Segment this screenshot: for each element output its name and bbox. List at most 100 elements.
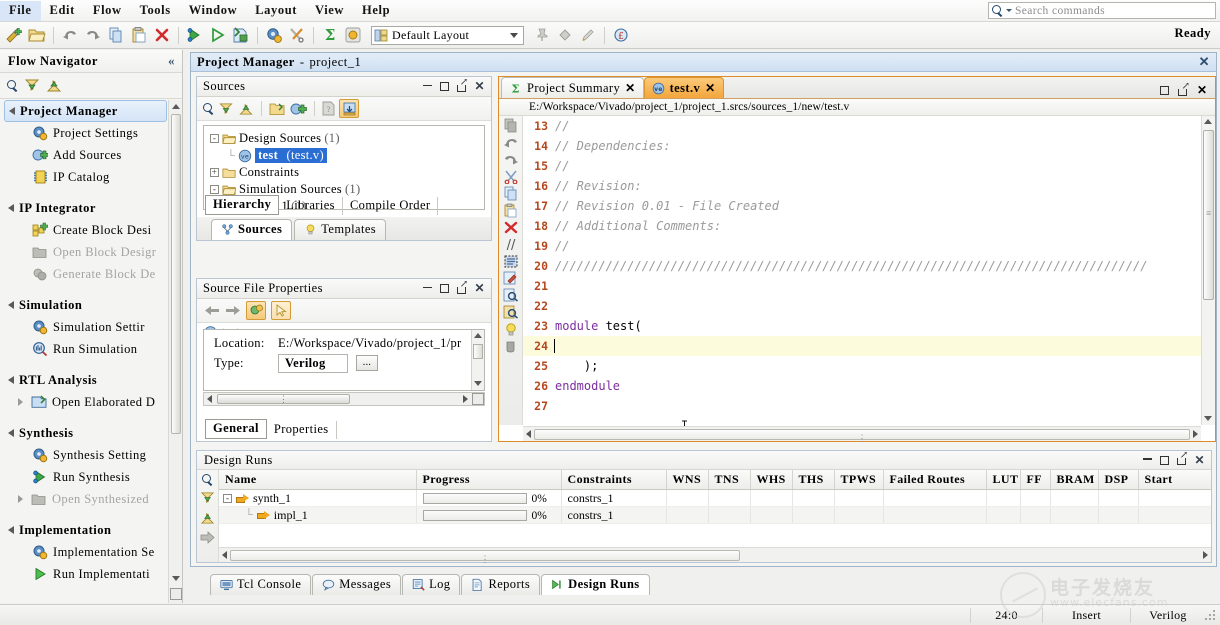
float-icon[interactable]: [457, 284, 467, 294]
scroll-up-icon[interactable]: [172, 104, 180, 109]
float-icon[interactable]: [1178, 86, 1188, 96]
resize-grip[interactable]: [1205, 610, 1217, 622]
expand-all-icon[interactable]: [238, 102, 254, 116]
tree-expander-icon[interactable]: -: [223, 494, 232, 503]
close-icon[interactable]: ✕: [475, 281, 485, 296]
copy2-icon[interactable]: [503, 186, 519, 201]
column-header-tns[interactable]: TNS: [708, 470, 750, 490]
code-line[interactable]: 18 // Additional Comments:: [523, 216, 1201, 236]
tools-icon[interactable]: [286, 24, 308, 46]
flow-group-implementation[interactable]: Implementation: [0, 519, 176, 541]
scroll-right-icon[interactable]: [1203, 551, 1208, 559]
run-arrow-icon[interactable]: [200, 531, 215, 544]
menu-layout[interactable]: Layout: [246, 1, 306, 21]
code-line[interactable]: 27: [523, 396, 1201, 416]
minimize-icon[interactable]: [423, 85, 432, 87]
scroll-right-icon[interactable]: [463, 395, 468, 403]
scrollbar-thumb[interactable]: ⋮: [534, 429, 1190, 440]
expander-triangle-icon[interactable]: [8, 526, 14, 534]
options-icon[interactable]: [342, 24, 364, 46]
flow-group-ip-integrator[interactable]: IP Integrator: [0, 197, 176, 219]
delete-red-x-icon[interactable]: [503, 220, 519, 235]
expander-triangle-icon[interactable]: [9, 107, 15, 115]
column-header-progress[interactable]: Progress: [416, 470, 561, 490]
select-pointer-icon[interactable]: [271, 301, 291, 320]
flow-group-rtl-analysis[interactable]: RTL Analysis: [0, 369, 176, 391]
report-icon[interactable]: ?: [322, 101, 335, 116]
bottom-tab-log[interactable]: Log: [402, 574, 460, 595]
maximize-icon[interactable]: [440, 82, 449, 91]
menu-file[interactable]: File: [0, 1, 41, 21]
code-line[interactable]: 16 // Revision:: [523, 176, 1201, 196]
add-sources-icon[interactable]: [290, 102, 307, 116]
table-row[interactable]: └ impl_1 0%constrs_1: [219, 507, 1211, 524]
maximize-icon[interactable]: [1160, 456, 1169, 465]
design-runs-hscrollbar[interactable]: ⋮: [219, 547, 1211, 562]
forward-arrow-icon[interactable]: [225, 304, 241, 317]
flow-navigator-scrollbar[interactable]: [168, 100, 182, 603]
back-arrow-icon[interactable]: [204, 304, 220, 317]
flow-group-project-manager[interactable]: Project Manager: [4, 100, 167, 122]
scroll-up-icon[interactable]: [1204, 119, 1212, 124]
maximize-icon[interactable]: [1160, 86, 1169, 95]
flow-item-create-block-desi[interactable]: Create Block Desi: [0, 219, 176, 241]
generate-bitstream-icon[interactable]: [230, 24, 252, 46]
flow-item-add-sources[interactable]: Add Sources: [0, 144, 176, 166]
scrollbar-thumb[interactable]: [171, 114, 181, 434]
property-value-type[interactable]: Verilog: [278, 354, 348, 373]
expand-arrow-icon[interactable]: [18, 495, 23, 503]
menu-flow[interactable]: Flow: [84, 1, 131, 21]
flow-item-run-synthesis[interactable]: Run Synthesis: [0, 466, 176, 488]
menu-view[interactable]: View: [306, 1, 353, 21]
scrollbar-thumb[interactable]: ≡: [1203, 130, 1214, 300]
language-icon[interactable]: £: [610, 24, 632, 46]
flow-item-project-settings[interactable]: Project Settings: [0, 122, 176, 144]
sources-view-tab-compile-order[interactable]: Compile Order: [343, 197, 439, 215]
float-icon[interactable]: [1177, 455, 1187, 465]
highlight-icon[interactable]: [577, 24, 599, 46]
flow-group-synthesis[interactable]: Synthesis: [0, 422, 176, 444]
find-icon[interactable]: [503, 288, 519, 303]
editor-tab-test-v[interactable]: ve test.v ✕: [644, 77, 724, 98]
close-icon[interactable]: ✕: [475, 79, 485, 94]
properties-hscrollbar[interactable]: ⋮: [203, 392, 485, 406]
open-project-icon[interactable]: [26, 24, 48, 46]
flow-item-run-implementati[interactable]: Run Implementati: [0, 563, 176, 585]
scroll-down-icon[interactable]: [1204, 416, 1212, 421]
find-replace-icon[interactable]: [503, 305, 519, 320]
new-project-icon[interactable]: [3, 24, 25, 46]
close-icon[interactable]: ✕: [1195, 453, 1205, 468]
close-tab-icon[interactable]: ✕: [625, 81, 635, 96]
scroll-left-icon[interactable]: [526, 430, 531, 438]
flow-item-run-simulation[interactable]: Run Simulation: [0, 338, 176, 360]
collapse-all-icon[interactable]: [218, 102, 234, 116]
search-icon[interactable]: [203, 103, 214, 114]
settings-icon[interactable]: [263, 24, 285, 46]
code-line[interactable]: 14 // Dependencies:: [523, 136, 1201, 156]
column-header-ff[interactable]: FF: [1020, 470, 1050, 490]
collapse-panel-icon[interactable]: «: [168, 53, 175, 69]
copy-icon[interactable]: [105, 24, 127, 46]
code-line[interactable]: 22: [523, 296, 1201, 316]
flow-item-generate-block-de[interactable]: Generate Block De: [0, 263, 176, 285]
pin-icon[interactable]: [531, 24, 553, 46]
undo-icon[interactable]: [59, 24, 81, 46]
menu-edit[interactable]: Edit: [41, 1, 84, 21]
column-header-ths[interactable]: THS: [792, 470, 834, 490]
tree-expander-icon[interactable]: -: [210, 134, 219, 143]
flow-item-open-elaborated-d[interactable]: Open Elaborated D: [0, 391, 176, 413]
float-icon[interactable]: [457, 82, 467, 92]
tree-node-selected[interactable]: test (test.v): [255, 148, 327, 163]
redo-icon[interactable]: [82, 24, 104, 46]
minimize-icon[interactable]: [423, 287, 432, 289]
code-line[interactable]: 17 // Revision 0.01 - File Created: [523, 196, 1201, 216]
code-line[interactable]: 23 module test(: [523, 316, 1201, 336]
edit-icon[interactable]: [503, 271, 519, 286]
column-header-whs[interactable]: WHS: [750, 470, 792, 490]
properties-icon[interactable]: [246, 301, 266, 320]
scrollbar-thumb[interactable]: ⋮: [230, 550, 740, 561]
scroll-down-icon[interactable]: [474, 381, 482, 386]
column-header-bram[interactable]: BRAM: [1050, 470, 1098, 490]
column-header-start[interactable]: Start: [1138, 470, 1211, 490]
flow-item-open-synthesized[interactable]: Open Synthesized: [0, 488, 176, 510]
